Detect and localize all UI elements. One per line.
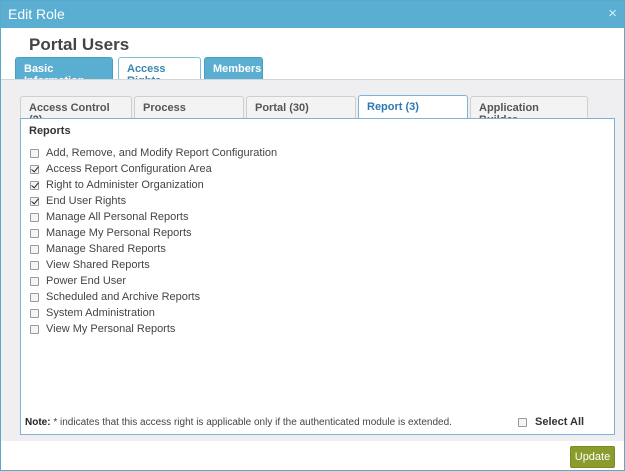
permission-checkbox[interactable]: [30, 324, 39, 334]
permission-label: Right to Administer Organization: [46, 179, 204, 191]
note-text: * indicates that this access right is ap…: [50, 417, 452, 428]
select-all-control[interactable]: Select All: [518, 416, 584, 428]
permission-checkbox[interactable]: [30, 196, 39, 206]
permission-label: View My Personal Reports: [46, 323, 176, 335]
edit-role-dialog: Edit Role × Portal Users Basic Informati…: [0, 0, 625, 471]
subtab-report[interactable]: Report (3): [358, 95, 468, 119]
permission-row[interactable]: Manage Shared Reports: [30, 242, 166, 256]
permission-label: Manage My Personal Reports: [46, 227, 192, 239]
subtab-access-control[interactable]: Access Control (2): [20, 96, 132, 126]
subtab-application-builder[interactable]: Application Builder: [470, 96, 588, 126]
permission-label: Power End User: [46, 275, 127, 287]
permission-label: View Shared Reports: [46, 259, 150, 271]
permission-label: Access Report Configuration Area: [46, 163, 212, 175]
permission-row[interactable]: Manage My Personal Reports: [30, 226, 192, 240]
permission-checkbox[interactable]: [30, 228, 39, 238]
tab-members[interactable]: Members: [204, 57, 263, 80]
permission-label: End User Rights: [46, 195, 127, 207]
tab-basic-information[interactable]: Basic Information: [15, 57, 113, 87]
permission-label: Manage Shared Reports: [46, 243, 166, 255]
select-all-label: Select All: [535, 416, 585, 428]
subtab-process[interactable]: Process: [134, 96, 244, 118]
section-title: Reports: [29, 125, 71, 137]
permission-label: Scheduled and Archive Reports: [46, 291, 201, 303]
permission-row[interactable]: Add, Remove, and Modify Report Configura…: [30, 146, 277, 160]
permission-label: Add, Remove, and Modify Report Configura…: [46, 147, 278, 159]
tab-access-rights[interactable]: Access Rights: [118, 57, 201, 87]
permission-row[interactable]: Scheduled and Archive Reports: [30, 290, 200, 304]
permission-row[interactable]: Power End User: [30, 274, 126, 288]
permission-checkbox[interactable]: [30, 212, 39, 222]
permission-row[interactable]: System Administration: [30, 306, 155, 320]
close-icon[interactable]: ×: [608, 6, 617, 21]
permission-row[interactable]: View Shared Reports: [30, 258, 150, 272]
permission-row[interactable]: Manage All Personal Reports: [30, 210, 188, 224]
permission-row[interactable]: View My Personal Reports: [30, 322, 175, 336]
report-permissions-panel: Reports Add, Remove, and Modify Report C…: [20, 118, 615, 435]
select-all-checkbox[interactable]: [518, 417, 527, 427]
permission-checkbox[interactable]: [30, 260, 39, 270]
access-right-note: Note: * indicates that this access right…: [25, 417, 452, 428]
note-prefix: Note:: [25, 417, 51, 428]
page-title: Portal Users: [29, 35, 130, 54]
permission-row[interactable]: Right to Administer Organization: [30, 178, 204, 192]
update-button[interactable]: Update: [570, 446, 615, 468]
permission-checkbox[interactable]: [30, 308, 39, 318]
permission-checkbox[interactable]: [30, 292, 39, 302]
permission-label: System Administration: [46, 307, 155, 319]
permission-label: Manage All Personal Reports: [46, 211, 189, 223]
permission-checkbox[interactable]: [30, 180, 39, 190]
permission-row[interactable]: Access Report Configuration Area: [30, 162, 212, 176]
dialog-footer: [1, 441, 624, 470]
permission-row[interactable]: End User Rights: [30, 194, 126, 208]
permission-checkbox[interactable]: [30, 148, 39, 158]
permission-checkbox[interactable]: [30, 276, 39, 286]
dialog-titlebar: Edit Role ×: [1, 1, 624, 28]
permission-checkbox[interactable]: [30, 244, 39, 254]
permission-checkbox[interactable]: [30, 164, 39, 174]
dialog-title: Edit Role: [8, 6, 65, 22]
subtab-portal[interactable]: Portal (30): [246, 96, 356, 118]
